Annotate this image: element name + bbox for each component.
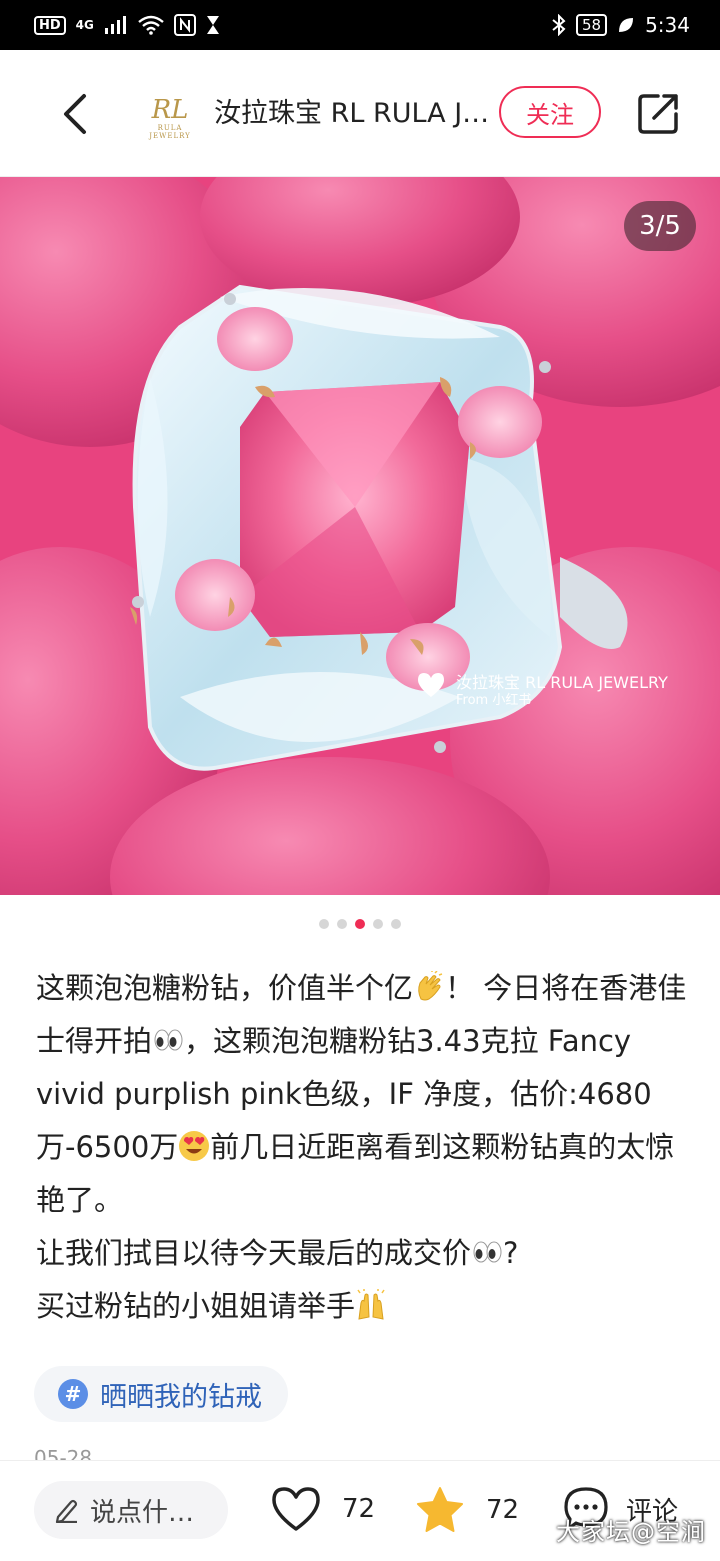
like-count: 72 (342, 1494, 376, 1524)
post-paragraph-3: 买过粉钻的小姐姐请举手 (36, 1280, 692, 1333)
heart-icon (272, 1487, 320, 1531)
ring-photo (0, 177, 720, 895)
pagination-dot-active[interactable] (355, 919, 365, 929)
hourglass-icon (206, 16, 219, 34)
back-arrow-icon[interactable] (58, 92, 94, 136)
hashtag-icon: # (58, 1379, 88, 1409)
post-text-segment: 让我们拭目以待今天最后的成交价 (36, 1236, 472, 1270)
post-paragraph-2: 让我们拭目以待今天最后的成交价 ? (36, 1227, 692, 1280)
eyes-icon (154, 1029, 183, 1051)
post-paragraph-1: 这颗泡泡糖粉钻，价值半个亿 ！ 今日将在香港佳士得开拍 ，这颗泡泡糖粉钻3.43… (36, 962, 692, 1227)
post-content: 这颗泡泡糖粉钻，价值半个亿 ！ 今日将在香港佳士得开拍 ，这颗泡泡糖粉钻3.43… (36, 962, 692, 1333)
status-bar: HD 4G 58 5:34 (0, 0, 720, 50)
clock: 5:34 (645, 13, 690, 37)
hd-indicator: HD (34, 15, 66, 35)
pagination-dot[interactable] (373, 919, 383, 929)
leaf-icon (619, 18, 634, 32)
battery-level: 58 (575, 14, 608, 36)
collect-button[interactable]: 72 (414, 1485, 519, 1535)
brand-logo[interactable]: RL RULA JEWELRY (140, 96, 200, 140)
collect-count: 72 (486, 1495, 520, 1525)
heart-eyes-icon (179, 1131, 210, 1161)
topic-tag[interactable]: # 晒晒我的钻戒 (34, 1366, 288, 1422)
image-counter: 3/5 (624, 201, 696, 251)
brand-logo-mark: RL (151, 95, 189, 125)
star-icon (417, 1487, 463, 1532)
xiaohongshu-heart-icon (418, 673, 444, 697)
clapping-hands-icon (418, 971, 443, 1001)
pagination-dot[interactable] (319, 919, 329, 929)
comment-input[interactable]: 说点什… (34, 1481, 228, 1539)
pagination-dot[interactable] (391, 919, 401, 929)
topic-tag-label: 晒晒我的钻戒 (100, 1381, 262, 1413)
post-image[interactable]: 3/5 汝拉珠宝 RL RULA JEWELRY From 小红书 (0, 177, 720, 895)
author-name[interactable]: 汝拉珠宝 RL RULA J… (214, 94, 494, 134)
brand-logo-subtitle: RULA JEWELRY (149, 124, 191, 140)
watermark-source: From 小红书 (456, 693, 532, 708)
image-pagination (0, 919, 720, 929)
pen-icon (55, 1499, 78, 1523)
signal-icon (104, 16, 126, 34)
network-indicator: 4G (75, 18, 94, 32)
wifi-icon (138, 15, 164, 35)
forum-watermark: 大家坛@空涧 (556, 1518, 706, 1546)
follow-button[interactable]: 关注 (499, 86, 601, 138)
pagination-dot[interactable] (337, 919, 347, 929)
raising-hands-icon (357, 1289, 385, 1320)
bluetooth-icon (552, 14, 566, 36)
post-text-segment: ? (503, 1236, 519, 1270)
eyes-icon (473, 1241, 502, 1263)
post-header: RL RULA JEWELRY 汝拉珠宝 RL RULA J… 关注 (0, 50, 720, 177)
nfc-icon (173, 14, 196, 36)
share-icon[interactable] (636, 92, 680, 136)
comment-placeholder: 说点什… (90, 1497, 195, 1528)
post-text-segment: 这颗泡泡糖粉钻，价值半个亿 (36, 971, 414, 1005)
post-text-segment: 买过粉钻的小姐姐请举手 (36, 1289, 356, 1323)
like-button[interactable]: 72 (270, 1485, 375, 1533)
